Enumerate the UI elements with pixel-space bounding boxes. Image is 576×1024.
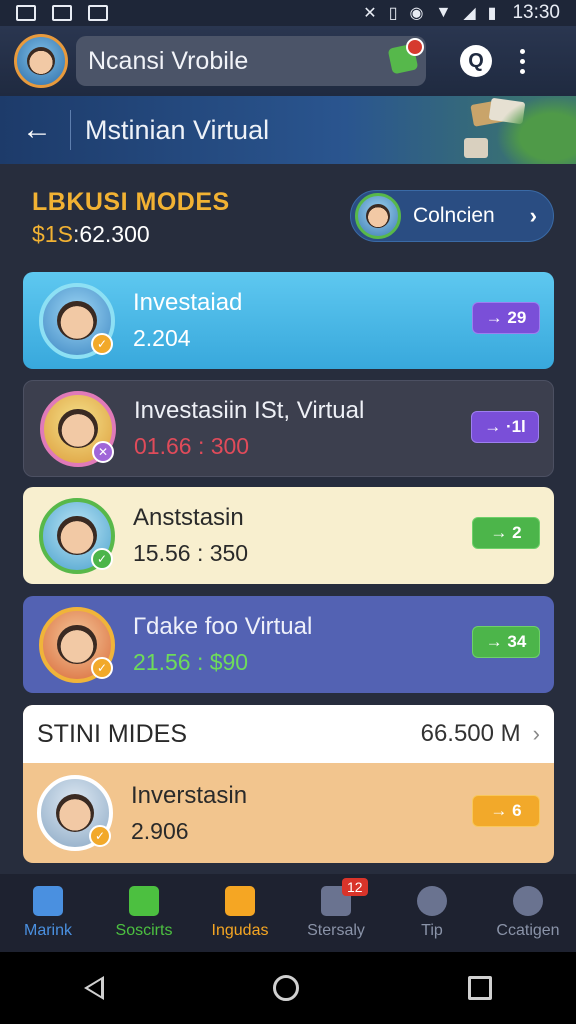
nav-item-ccatigen[interactable]: Ccatigen	[480, 874, 576, 952]
card-action-button[interactable]: → 34	[472, 626, 540, 658]
check-badge-icon: ✓	[89, 825, 111, 847]
bottom-navigation: Marink Soscirts Ingudas Stersaly 12 Tip …	[0, 874, 576, 952]
card-action-button[interactable]: → ·1l	[471, 411, 539, 443]
bluetooth-off-icon: ✕	[363, 5, 377, 22]
notification-badge	[406, 38, 424, 56]
card-value: 15.56 : 350	[133, 540, 249, 566]
sub-header: ← Mstinian Virtual	[0, 96, 576, 164]
avatar-face-icon	[26, 46, 56, 76]
divider	[70, 110, 71, 150]
row-action-button[interactable]: → 6	[472, 795, 540, 827]
avatar-face-icon	[57, 300, 97, 341]
nav-label: Ingudas	[211, 922, 269, 939]
map-icon	[33, 886, 63, 916]
investment-card[interactable]: ✕ Investasiin ISt, Virtual 01.66 : 300 →…	[23, 380, 554, 477]
avatar-face-icon	[57, 624, 97, 665]
search-button[interactable]: Q	[460, 45, 492, 77]
investor-avatar: ✕	[40, 390, 116, 467]
collect-label: Colncien	[413, 204, 495, 227]
nav-label: Ccatigen	[496, 922, 560, 939]
check-badge-icon: ✓	[91, 332, 113, 355]
collect-avatar	[355, 193, 401, 239]
investor-avatar: ✓	[37, 775, 113, 851]
gear-icon	[417, 886, 447, 916]
nav-label: Soscirts	[115, 922, 173, 939]
avatar-face-icon	[58, 408, 98, 449]
back-arrow-icon[interactable]: ←	[22, 113, 58, 147]
card-title: Investasiin ISt, Virtual	[134, 397, 365, 424]
wifi-icon: ▼	[435, 4, 452, 21]
nav-item-stersaly[interactable]: Stersaly 12	[288, 874, 384, 952]
page-title: Mstinian Virtual	[85, 114, 270, 145]
battery-icon: ▮	[487, 5, 497, 22]
card-value: 01.66 : 300	[134, 433, 250, 459]
avatar-face-icon	[366, 204, 390, 228]
nav-item-ingudas[interactable]: Ingudas	[192, 874, 288, 952]
app-bar: Ncansi Vrobile Q	[0, 26, 576, 96]
system-navigation-bar	[0, 952, 576, 1024]
collect-button[interactable]: Colncien ›	[350, 190, 554, 242]
section-title: STINI MIDES	[37, 719, 188, 748]
investment-card[interactable]: ✓ Investaiad 2.204 → 29	[23, 272, 554, 369]
nav-item-tip[interactable]: Tip	[384, 874, 480, 952]
profile-avatar[interactable]	[14, 34, 68, 88]
nav-item-marink[interactable]: Marink	[0, 874, 96, 952]
notification-count-badge: 12	[342, 878, 368, 896]
system-home-icon[interactable]	[272, 975, 299, 1001]
chevron-right-icon: ›	[529, 203, 537, 228]
investment-card[interactable]: ✓ Гdake foo Virtual 21.56 : $90 → 34	[23, 596, 554, 693]
avatar-face-icon	[55, 793, 95, 833]
system-recents-icon[interactable]	[467, 976, 492, 1000]
card-value: 21.56 : $90	[133, 649, 249, 675]
investment-row[interactable]: ✓ Inverstasin 2.906 → 6	[23, 763, 554, 863]
card-action-button[interactable]: → 2	[472, 517, 540, 549]
sync-icon: ◉	[409, 5, 424, 22]
modes-section: STINI MIDES 66.500 M › ✓ Inverstasin 2.9…	[23, 705, 554, 863]
system-back-icon[interactable]	[84, 976, 105, 1000]
card-title: Гdake foo Virtual	[133, 613, 313, 640]
check-badge-icon: ✓	[91, 656, 113, 679]
section-total: 66.500 M	[420, 720, 521, 747]
signal-icon: ◢	[463, 5, 476, 22]
row-title: Inverstasin	[131, 781, 248, 809]
settings-icon	[513, 886, 543, 916]
chevron-right-icon: ›	[532, 721, 540, 746]
clock: 13:30	[512, 2, 560, 23]
summary-label: LBKUSI MODES	[32, 188, 230, 216]
avatar-face-icon	[57, 515, 97, 556]
investment-card[interactable]: ✓ Anststasin 15.56 : 350 → 2	[23, 487, 554, 584]
nav-item-soscirts[interactable]: Soscirts	[96, 874, 192, 952]
decor-cup-icon	[464, 138, 488, 158]
app-title-bar[interactable]: Ncansi Vrobile	[76, 36, 426, 86]
gallery-icon	[52, 5, 72, 21]
card-title: Anststasin	[133, 504, 244, 531]
card-title: Investaiad	[133, 289, 243, 316]
more-menu-icon[interactable]	[520, 48, 525, 74]
summary-amount: :62.300	[72, 221, 150, 247]
nav-label: Marink	[23, 922, 72, 939]
mail-icon	[88, 5, 108, 21]
card-value: 2.204	[133, 325, 191, 351]
leaf-decoration-icon	[496, 96, 576, 164]
image-icon	[16, 5, 36, 21]
section-header[interactable]: STINI MIDES 66.500 M ›	[23, 705, 554, 763]
status-bar: ✕ ▯ ◉ ▼ ◢ ▮ 13:30	[0, 0, 576, 26]
investor-avatar: ✓	[39, 606, 115, 683]
cross-badge-icon: ✕	[92, 440, 114, 463]
app-title: Ncansi Vrobile	[88, 46, 249, 75]
row-value: 2.906	[131, 817, 189, 844]
card-action-button[interactable]: → 29	[472, 302, 540, 334]
summary-value: $1S:62.300	[32, 221, 150, 248]
chat-icon	[129, 886, 159, 916]
sim-icon: ▯	[388, 5, 398, 22]
nav-label: Stersaly	[307, 922, 365, 939]
summary-currency: $1S	[32, 221, 73, 247]
nav-label: Tip	[421, 922, 443, 939]
folder-icon	[225, 886, 255, 916]
check-badge-icon: ✓	[91, 547, 113, 570]
investor-avatar: ✓	[39, 497, 115, 574]
investor-avatar: ✓	[39, 282, 115, 359]
